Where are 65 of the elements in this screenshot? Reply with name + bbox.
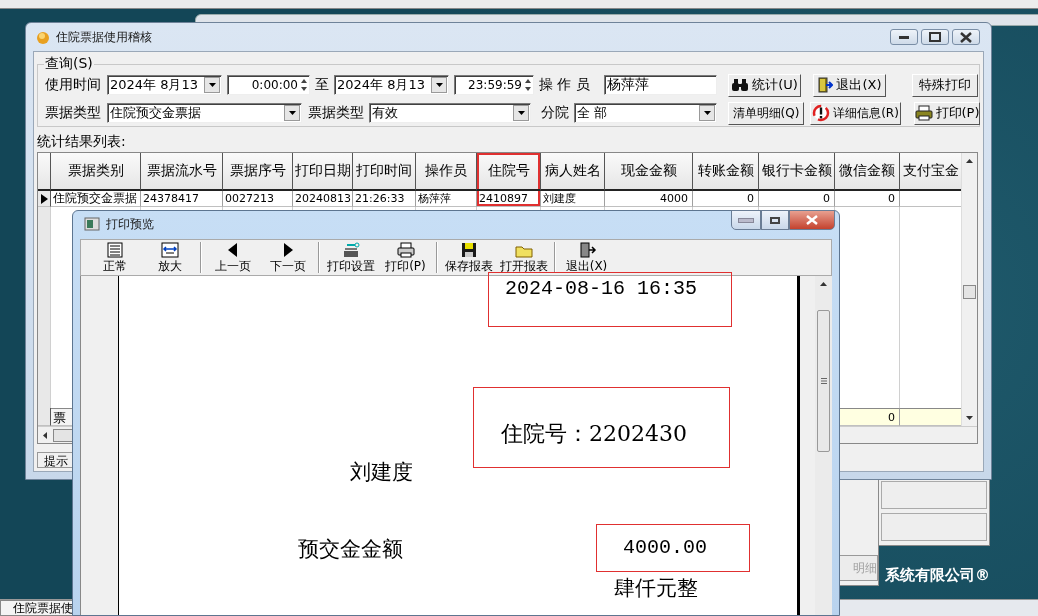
field-label: 操 作 员 (539, 76, 591, 94)
company-name-text: 系统有限公司® (885, 566, 990, 585)
dropdown[interactable]: 住院预交金票据 (107, 103, 302, 123)
column-header[interactable]: 微信金额 (835, 153, 900, 191)
field-label: 票据类型 (308, 104, 365, 122)
column-header[interactable]: 操作员 (416, 153, 477, 191)
column-header[interactable]: 住院号 (477, 153, 541, 191)
field-label: 至 (315, 76, 330, 94)
field-label: 分院 (541, 104, 570, 122)
table-cell: 20240813 (293, 191, 353, 207)
report-text: 4000.00 (595, 524, 750, 572)
field-label: 票据类型 (45, 104, 102, 122)
button[interactable]: 特殊打印 (912, 73, 978, 97)
table-cell: 21:26:33 (353, 191, 416, 207)
table-cell: 2410897 (477, 191, 541, 207)
column-header[interactable]: 票据序号 (223, 153, 293, 191)
time-field[interactable]: 23:59:59 (454, 75, 534, 95)
toolbar-button[interactable]: 正常 (87, 240, 142, 275)
table-cell: 24378417 (141, 191, 223, 207)
time-field[interactable]: 0:00:00 (227, 75, 310, 95)
toolbar-button[interactable]: 退出(X) (559, 240, 614, 275)
report-text: 刘建度 (349, 459, 413, 486)
toolbar-button[interactable]: 放大 (142, 240, 197, 275)
column-header[interactable]: 银行卡金额 (759, 153, 835, 191)
toolbar-button[interactable]: 下一页 (260, 240, 315, 275)
table-cell: 0 (759, 191, 835, 207)
dropdown[interactable]: 全 部 (574, 103, 717, 123)
toolbar-button[interactable]: 上一页 (205, 240, 260, 275)
column-header[interactable]: 转账金额 (693, 153, 759, 191)
button[interactable]: 详细信息(R) (810, 101, 901, 125)
table-cell: 0 (835, 191, 900, 207)
report-text: 住院号：2202430 (472, 387, 730, 468)
toolbar-button[interactable]: 打印(P) (378, 240, 433, 275)
table-cell: 0027213 (223, 191, 293, 207)
button[interactable]: 清单明细(Q) (728, 101, 804, 125)
toolbar-button[interactable]: 打开报表 (496, 240, 551, 275)
column-header[interactable]: 现金金额 (605, 153, 693, 191)
section-label: 统计结果列表: (37, 133, 127, 150)
column-header[interactable]: 支付宝金 (900, 153, 963, 191)
button[interactable]: 打印(P) (914, 101, 980, 125)
table-cell: 住院预交金票据 (51, 191, 141, 207)
table-cell: 4000 (605, 191, 693, 207)
column-header[interactable]: 票据流水号 (141, 153, 223, 191)
date-picker[interactable]: 2024年 8月13 (334, 75, 449, 95)
toolbar-button[interactable]: 打印设置 (323, 240, 378, 275)
report-text: 2024-08-16 16:35 (487, 272, 732, 327)
toolbar-button[interactable]: 保存报表 (441, 240, 496, 275)
column-header[interactable]: 票据类别 (51, 153, 141, 191)
field-label: 使用时间 (45, 76, 102, 94)
window-title: 住院票据使用稽核 (56, 28, 152, 46)
report-text: 预交金金额 (297, 536, 403, 563)
date-picker[interactable]: 2024年 8月13 (107, 75, 222, 95)
column-header[interactable]: 病人姓名 (541, 153, 605, 191)
window-title: 打印预览 (106, 215, 154, 233)
report-text: 肆仟元整 (613, 575, 698, 602)
operator-field[interactable]: 杨萍萍 (604, 75, 717, 95)
column-header[interactable]: 打印日期 (293, 153, 353, 191)
table-cell: 杨萍萍 (416, 191, 477, 207)
table-cell: 刘建度 (541, 191, 605, 207)
button[interactable]: 统计(U) (728, 73, 801, 97)
table-cell: 0 (693, 191, 759, 207)
button[interactable]: 退出(X) (813, 73, 886, 97)
group-title: 查询(S) (44, 55, 94, 73)
column-header[interactable]: 打印时间 (353, 153, 416, 191)
dropdown[interactable]: 有效 (369, 103, 531, 123)
